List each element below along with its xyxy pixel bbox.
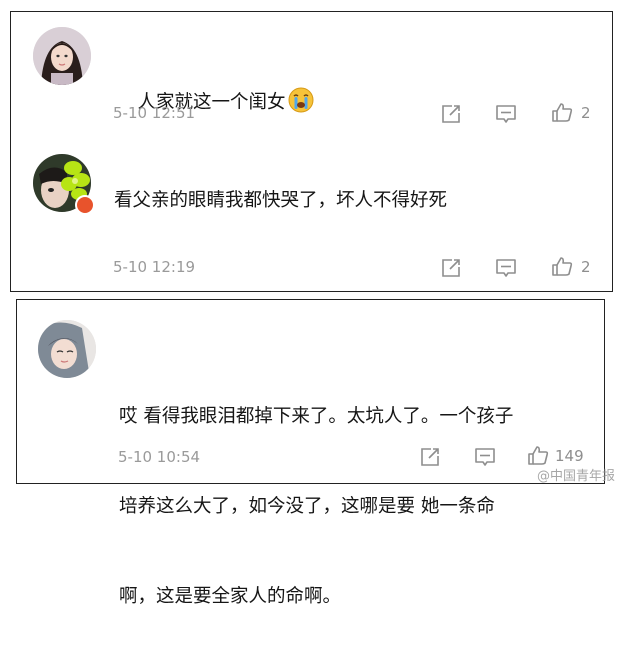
avatar[interactable] — [33, 27, 91, 85]
share-icon[interactable] — [440, 103, 462, 125]
like-icon[interactable] — [551, 255, 573, 277]
comment-timestamp: 5-10 12:51 — [113, 104, 196, 122]
comment-text: 哎 看得我眼泪都掉下来了。太坑人了。一个孩子 培养这么大了，如今没了，这哪是要 … — [119, 342, 513, 672]
comment-timestamp: 5-10 12:19 — [113, 258, 196, 276]
like-count[interactable]: 149 — [555, 447, 584, 465]
comment-line: 培养这么大了，如今没了，这哪是要 她一条命 — [119, 496, 495, 517]
watermark: @中国青年报 — [536, 469, 615, 484]
verified-badge-icon — [75, 195, 95, 215]
comment-panel-2: 哎 看得我眼泪都掉下来了。太坑人了。一个孩子 培养这么大了，如今没了，这哪是要 … — [16, 299, 605, 607]
comment-icon[interactable] — [495, 257, 517, 279]
crying-face-emoji-icon — [288, 87, 314, 113]
like-count[interactable]: 2 — [581, 104, 591, 122]
avatar[interactable] — [38, 320, 96, 378]
comment-text: 看父亲的眼睛我都快哭了，坏人不得好死 — [114, 190, 448, 211]
comment-timestamp: 5-10 10:54 — [118, 448, 201, 466]
like-icon[interactable] — [551, 101, 573, 123]
share-icon[interactable] — [419, 446, 441, 468]
like-icon[interactable] — [527, 444, 549, 466]
like-count[interactable]: 2 — [581, 258, 591, 276]
comment-panel-1: 人家就这一个闺女 5-10 12:51 2 看父亲的眼睛我都快哭了，坏人不得好死… — [10, 11, 613, 292]
comment-icon[interactable] — [495, 103, 517, 125]
comment-line: 哎 看得我眼泪都掉下来了。太坑人了。一个孩子 — [119, 406, 514, 427]
avatar-portrait-icon — [33, 27, 91, 85]
share-icon[interactable] — [440, 257, 462, 279]
comment-icon[interactable] — [474, 446, 496, 468]
comment-text: 人家就这一个闺女 — [114, 57, 314, 148]
avatar-portrait-icon — [38, 320, 96, 378]
comment-line: 啊，这是要全家人的命啊。 — [119, 586, 342, 607]
